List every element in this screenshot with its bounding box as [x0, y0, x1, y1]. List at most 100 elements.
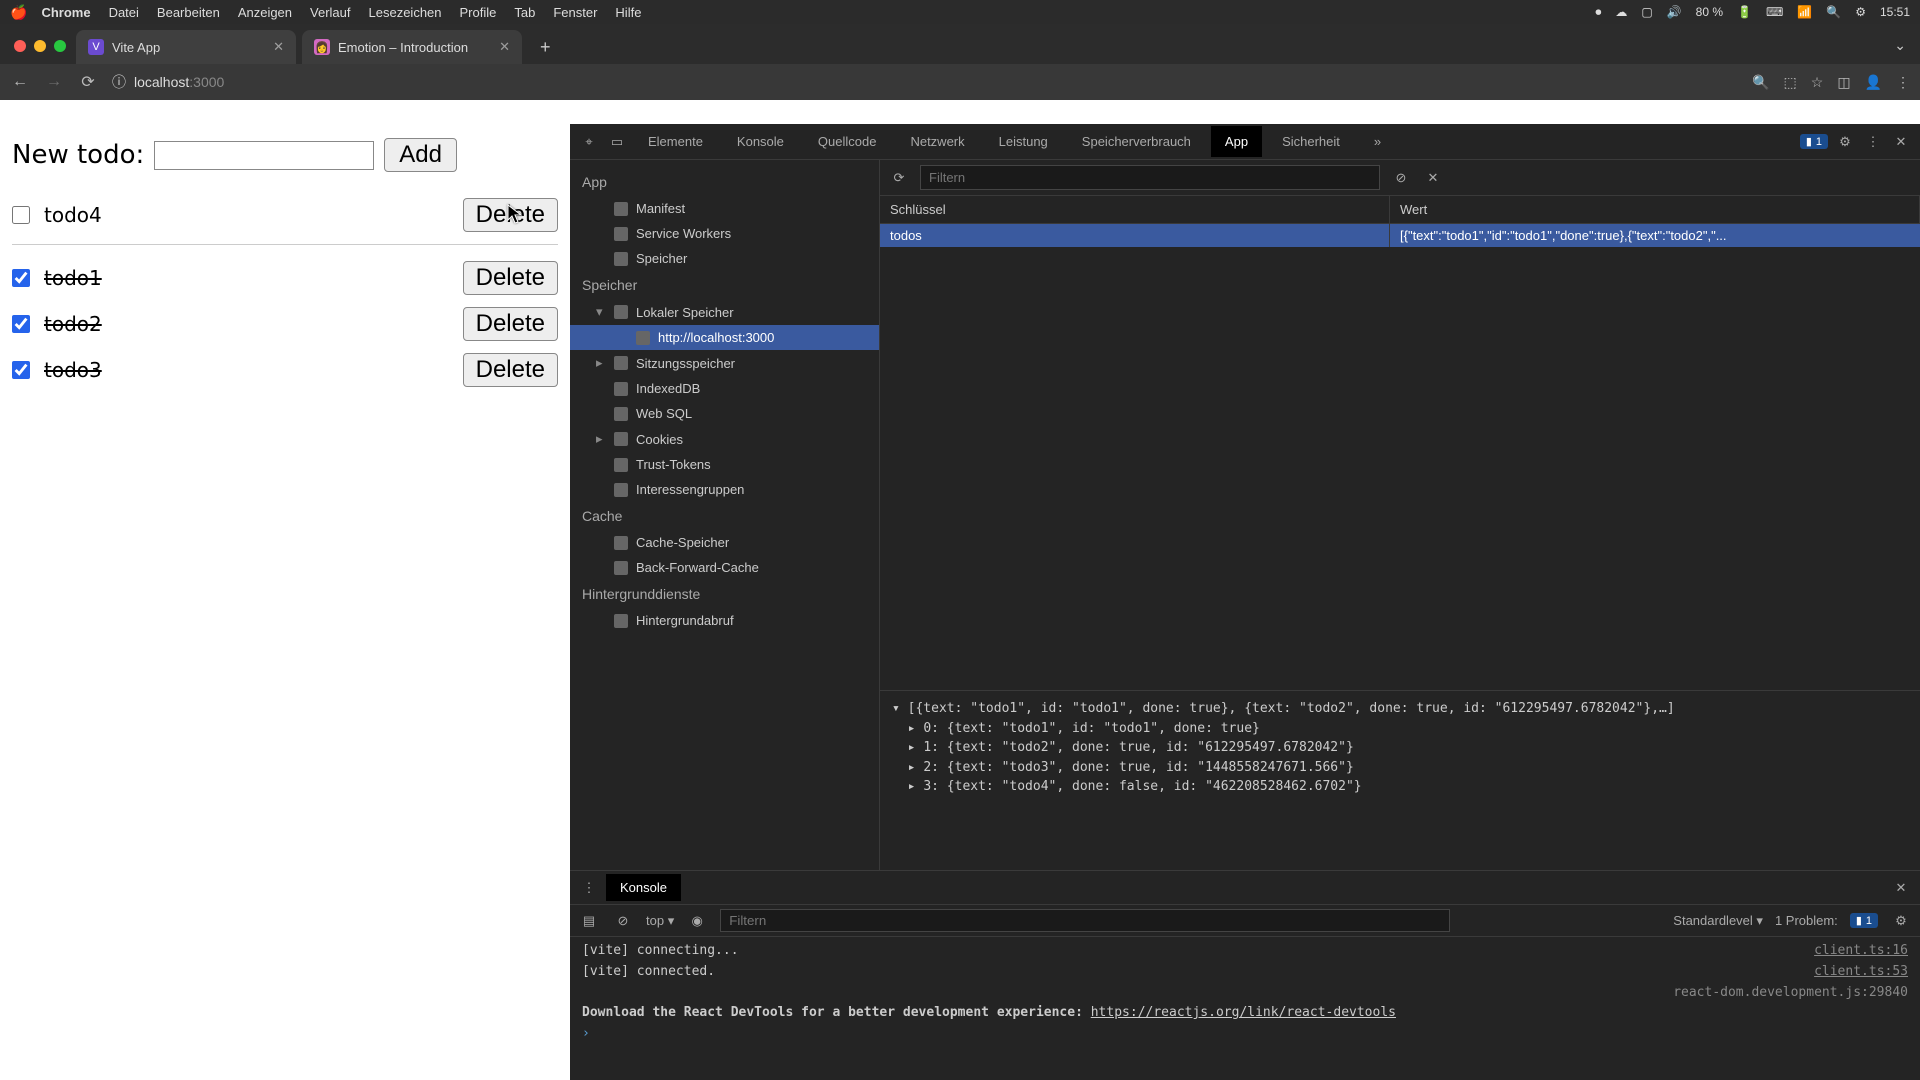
devtools-tab[interactable]: Elemente — [634, 126, 717, 157]
eye-icon[interactable]: ◉ — [686, 913, 708, 929]
menu-item[interactable]: Tab — [514, 5, 535, 20]
new-todo-input[interactable] — [154, 141, 374, 170]
menu-item[interactable]: Fenster — [553, 5, 597, 20]
sidebar-item-manifest[interactable]: Manifest — [570, 196, 879, 221]
console-filter-input[interactable] — [720, 909, 1450, 932]
delete-button[interactable]: Delete — [463, 198, 558, 232]
chevron-down-icon[interactable]: ⌄ — [1880, 37, 1920, 64]
close-tab-icon[interactable]: ✕ — [499, 39, 510, 55]
sidebar-item-origin[interactable]: http://localhost:3000 — [570, 325, 879, 350]
chevron-right-icon[interactable]: ▸ — [596, 431, 606, 447]
volume-icon[interactable]: 🔊 — [1667, 5, 1682, 19]
sidebar-item-indexeddb[interactable]: IndexedDB — [570, 376, 879, 401]
add-button[interactable]: Add — [384, 138, 457, 172]
console-log[interactable]: [vite] connecting...client.ts:16 [vite] … — [570, 937, 1920, 1080]
clear-icon[interactable]: ⊘ — [1390, 170, 1412, 186]
reload-icon[interactable]: ⟳ — [888, 170, 910, 186]
log-source[interactable]: client.ts:16 — [1814, 941, 1908, 962]
sidebar-item-bg-fetch[interactable]: Hintergrundabruf — [570, 608, 879, 633]
log-source[interactable]: react-dom.development.js:29840 — [570, 983, 1920, 1004]
close-icon[interactable]: ✕ — [1890, 880, 1912, 896]
devtools-tab[interactable]: Konsole — [723, 126, 798, 157]
search-icon[interactable]: 🔍 — [1826, 5, 1841, 19]
sidebar-item-storage[interactable]: Speicher — [570, 246, 879, 271]
problems-badge[interactable]: ▮ 1 — [1850, 913, 1878, 928]
menu-item[interactable]: Datei — [109, 5, 139, 20]
inspect-element-icon[interactable]: ⌖ — [578, 134, 600, 150]
todo-checkbox[interactable] — [12, 361, 30, 379]
sidebar-item-trust-tokens[interactable]: Trust-Tokens — [570, 452, 879, 477]
status-icon[interactable]: ☁︎ — [1615, 5, 1627, 19]
devtools-tab[interactable]: App — [1211, 126, 1262, 157]
screen-icon[interactable]: ▢ — [1641, 5, 1652, 19]
menu-item[interactable]: Lesezeichen — [369, 5, 442, 20]
sidebar-item-service-workers[interactable]: Service Workers — [570, 221, 879, 246]
devtools-tab[interactable]: Netzwerk — [896, 126, 978, 157]
menu-item[interactable]: Bearbeiten — [157, 5, 220, 20]
devtools-tab[interactable]: Leistung — [985, 126, 1062, 157]
clear-console-icon[interactable]: ⊘ — [612, 913, 634, 929]
sidebar-item-cookies[interactable]: ▸Cookies — [570, 426, 879, 452]
col-key[interactable]: Schlüssel — [880, 196, 1390, 223]
browser-tab[interactable]: 👩 Emotion – Introduction ✕ — [302, 30, 522, 64]
context-select[interactable]: top ▾ — [646, 913, 674, 929]
device-toolbar-icon[interactable]: ▭ — [606, 134, 628, 150]
devtools-tab[interactable]: Speicherverbrauch — [1068, 126, 1205, 157]
reload-button[interactable]: ⟳ — [78, 72, 98, 92]
side-panel-icon[interactable]: ◫ — [1837, 74, 1850, 91]
sidebar-item-cache-storage[interactable]: Cache-Speicher — [570, 530, 879, 555]
kebab-menu-icon[interactable]: ⋮ — [1896, 74, 1910, 91]
menu-item[interactable]: Anzeigen — [238, 5, 292, 20]
sidebar-item-bfcache[interactable]: Back-Forward-Cache — [570, 555, 879, 580]
zoom-icon[interactable]: 🔍 — [1752, 74, 1769, 91]
app-name[interactable]: Chrome — [41, 5, 90, 20]
console-tab[interactable]: Konsole — [606, 874, 681, 901]
browser-tab[interactable]: V Vite App ✕ — [76, 30, 296, 64]
issues-badge[interactable]: ▮ 1 — [1800, 134, 1828, 149]
new-tab-button[interactable]: + — [528, 37, 563, 64]
todo-checkbox[interactable] — [12, 206, 30, 224]
menu-item[interactable]: Verlauf — [310, 5, 350, 20]
wifi-icon[interactable]: 📶 — [1797, 5, 1812, 19]
maximize-window-icon[interactable] — [54, 40, 66, 52]
value-preview[interactable]: ▾ [{text: "todo1", id: "todo1", done: tr… — [880, 690, 1920, 870]
gear-icon[interactable]: ⚙ — [1890, 913, 1912, 929]
kebab-menu-icon[interactable]: ⋮ — [578, 880, 600, 896]
install-icon[interactable]: ⬚ — [1784, 74, 1797, 91]
menu-item[interactable]: Profile — [460, 5, 497, 20]
chevron-down-icon[interactable]: ▾ — [596, 304, 606, 320]
devtools-more-tabs[interactable]: » — [1360, 126, 1395, 157]
log-level-select[interactable]: Standardlevel ▾ — [1673, 913, 1763, 929]
battery-icon[interactable]: 🔋 — [1737, 5, 1752, 19]
col-value[interactable]: Wert — [1390, 196, 1920, 223]
delete-button[interactable]: Delete — [463, 261, 558, 295]
menu-item[interactable]: Hilfe — [615, 5, 641, 20]
back-button[interactable]: ← — [10, 73, 30, 91]
log-source[interactable]: client.ts:53 — [1814, 962, 1908, 983]
forward-button[interactable]: → — [44, 73, 64, 91]
close-icon[interactable]: ✕ — [1422, 170, 1444, 186]
todo-checkbox[interactable] — [12, 315, 30, 333]
gear-icon[interactable]: ⚙ — [1834, 134, 1856, 150]
close-tab-icon[interactable]: ✕ — [273, 39, 284, 55]
site-info-icon[interactable]: ⓘ — [112, 72, 126, 92]
close-icon[interactable]: ✕ — [1890, 134, 1912, 150]
chevron-right-icon[interactable]: ▸ — [596, 355, 606, 371]
clock[interactable]: 15:51 — [1880, 5, 1910, 19]
react-devtools-link[interactable]: https://reactjs.org/link/react-devtools — [1091, 1005, 1396, 1020]
apple-icon[interactable]: 🍎 — [10, 4, 27, 21]
sidebar-item-session-storage[interactable]: ▸Sitzungsspeicher — [570, 350, 879, 376]
filter-input[interactable] — [920, 165, 1380, 190]
todo-checkbox[interactable] — [12, 269, 30, 287]
close-window-icon[interactable] — [14, 40, 26, 52]
sidebar-item-websql[interactable]: Web SQL — [570, 401, 879, 426]
delete-button[interactable]: Delete — [463, 353, 558, 387]
sidebar-item-local-storage[interactable]: ▾Lokaler Speicher — [570, 299, 879, 325]
keyboard-icon[interactable]: ⌨︎ — [1766, 5, 1783, 19]
bookmark-icon[interactable]: ☆ — [1811, 74, 1824, 91]
control-center-icon[interactable]: ⚙︎ — [1855, 5, 1866, 19]
profile-icon[interactable]: 👤 — [1865, 74, 1882, 91]
table-row[interactable]: todos [{"text":"todo1","id":"todo1","don… — [880, 224, 1920, 247]
sidebar-item-interest-groups[interactable]: Interessengruppen — [570, 477, 879, 502]
delete-button[interactable]: Delete — [463, 307, 558, 341]
